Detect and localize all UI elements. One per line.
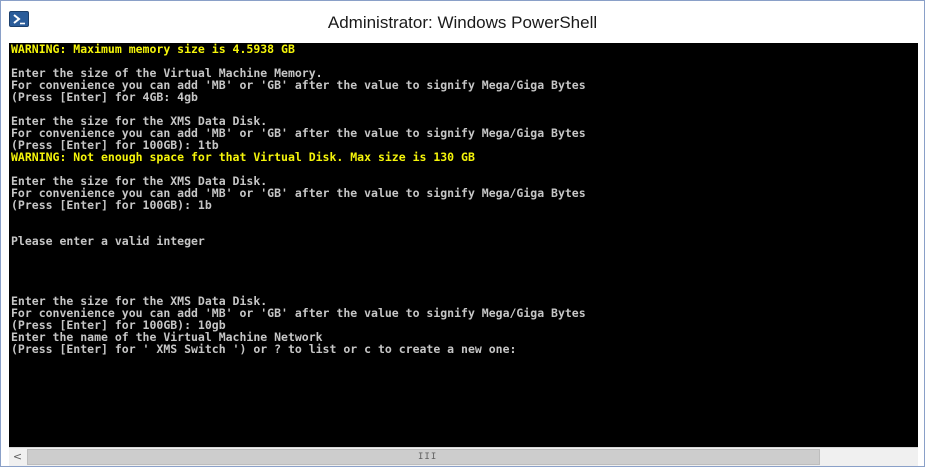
console-warning-line: WARNING: Maximum memory size is 4.5938 G… [11, 43, 295, 56]
console-output[interactable]: WARNING: Maximum memory size is 4.5938 G… [9, 43, 918, 447]
scrollbar-track[interactable] [821, 449, 899, 465]
chevron-left-icon: < [12, 450, 23, 463]
console-line: Please enter a valid integer [11, 234, 205, 248]
scrollbar-grip-icon: III [418, 452, 438, 462]
console-warning-line: WARNING: Not enough space for that Virtu… [11, 150, 475, 164]
horizontal-scrollbar[interactable]: < III [9, 447, 918, 466]
console-line: (Press [Enter] for ' XMS Switch ') or ? … [11, 342, 517, 356]
scroll-left-button[interactable]: < [9, 448, 26, 466]
window-title: Administrator: Windows PowerShell [327, 13, 598, 32]
title-bar[interactable]: Administrator: Windows PowerShell [1, 1, 924, 43]
console-line: (Press [Enter] for 100GB): 1b [11, 198, 212, 212]
powershell-window: Administrator: Windows PowerShell WARNIN… [0, 0, 925, 467]
console-line: (Press [Enter] for 4GB: 4gb [11, 90, 198, 104]
scrollbar-thumb[interactable]: III [27, 449, 820, 465]
